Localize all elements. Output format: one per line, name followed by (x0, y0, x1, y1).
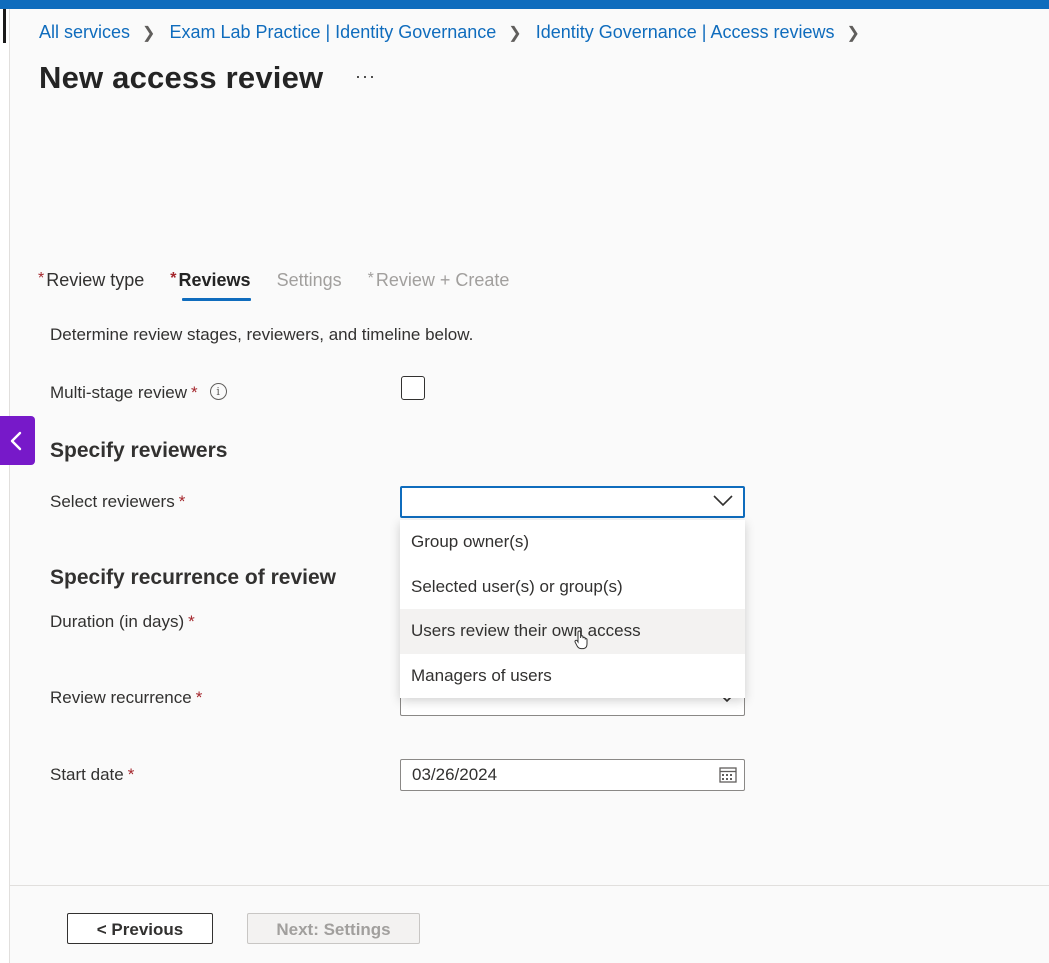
chevron-right-icon: ❯ (846, 24, 860, 42)
chevron-left-icon (10, 431, 22, 451)
collapse-sidebar-button[interactable] (0, 416, 35, 465)
reviewers-options-list: Group owner(s) Selected user(s) or group… (400, 520, 745, 698)
start-date-input[interactable]: 03/26/2024 (400, 759, 745, 791)
label-text: Multi-stage review (50, 383, 187, 402)
option-managers-of-users[interactable]: Managers of users (400, 654, 745, 699)
tab-settings[interactable]: Settings (277, 270, 342, 301)
label-text: Select reviewers (50, 492, 175, 511)
tab-review-type[interactable]: * Review type (38, 270, 144, 301)
next-settings-button[interactable]: Next: Settings (247, 913, 420, 944)
required-mark: * (38, 270, 45, 287)
start-date-value: 03/26/2024 (412, 765, 498, 784)
required-mark: * (178, 492, 186, 511)
required-mark: * (127, 765, 135, 784)
top-accent-bar (0, 0, 1049, 9)
option-group-owners[interactable]: Group owner(s) (400, 520, 745, 565)
previous-button[interactable]: < Previous (67, 913, 213, 944)
section-specify-recurrence: Specify recurrence of review (50, 566, 336, 589)
duration-label: Duration (in days) * (50, 612, 195, 632)
option-selected-users-or-groups[interactable]: Selected user(s) or group(s) (400, 565, 745, 610)
required-mark: * (367, 270, 374, 287)
tab-label: Review type (46, 270, 145, 290)
calendar-icon[interactable] (719, 766, 737, 783)
select-reviewers-dropdown[interactable] (400, 486, 745, 518)
chevron-down-icon (713, 495, 733, 507)
tab-label: Settings (276, 270, 342, 290)
required-mark: * (191, 383, 198, 402)
tab-label: Reviews (178, 270, 251, 290)
page-title: New access review (39, 60, 324, 95)
tab-reviews[interactable]: * Reviews (170, 270, 251, 301)
breadcrumb-all-services[interactable]: All services (39, 22, 130, 43)
tab-label: Review + Create (375, 270, 510, 290)
multi-stage-review-label: Multi-stage review * i (50, 383, 227, 403)
hand-cursor-icon (574, 630, 588, 650)
more-options-button[interactable]: ··· (355, 66, 376, 87)
required-mark: * (195, 688, 203, 707)
info-icon[interactable]: i (209, 383, 227, 401)
option-users-review-own-access[interactable]: Users review their own access (400, 609, 745, 654)
left-edge (0, 9, 10, 963)
tab-review-create[interactable]: * Review + Create (368, 270, 510, 301)
footer-divider (10, 885, 1049, 886)
chevron-right-icon: ❯ (508, 24, 522, 42)
review-recurrence-label: Review recurrence * (50, 688, 202, 708)
breadcrumb-exam-lab-practice[interactable]: Exam Lab Practice | Identity Governance (169, 22, 496, 43)
label-text: Start date (50, 765, 124, 784)
select-reviewers-label: Select reviewers * (50, 492, 185, 512)
chevron-right-icon: ❯ (142, 24, 156, 42)
wizard-tabs: * Review type * Reviews Settings * Review +… (38, 270, 535, 301)
breadcrumb: All services ❯ Exam Lab Practice | Ident… (39, 22, 874, 43)
breadcrumb-access-reviews[interactable]: Identity Governance | Access reviews (536, 22, 835, 43)
label-text: Review recurrence (50, 688, 192, 707)
form-description: Determine review stages, reviewers, and … (50, 325, 474, 344)
required-mark: * (188, 612, 195, 631)
edge-marker (3, 9, 6, 43)
required-mark: * (170, 270, 177, 287)
multi-stage-review-checkbox[interactable] (401, 376, 425, 400)
label-text: Duration (in days) (50, 612, 185, 631)
start-date-label: Start date * (50, 765, 134, 785)
section-specify-reviewers: Specify reviewers (50, 439, 228, 462)
